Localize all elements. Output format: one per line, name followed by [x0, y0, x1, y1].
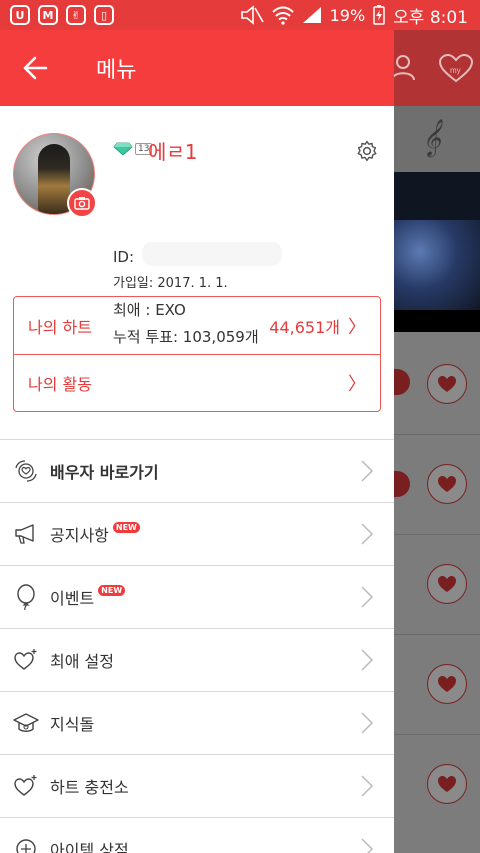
my-hearts-label: 나의 하트	[28, 317, 92, 337]
vote-heart-icon	[427, 464, 467, 504]
heart-charge-icon	[12, 772, 40, 800]
back-button[interactable]	[0, 30, 70, 106]
phone-icon: ▯	[94, 5, 114, 25]
background-header: my	[391, 30, 480, 106]
new-badge: NEW	[112, 521, 140, 533]
summary-box: 나의 하트 44,651개 〉 나의 활동 〉	[13, 296, 381, 412]
menu-item-notice[interactable]: 공지사항 NEW	[0, 502, 394, 565]
background-video	[394, 172, 480, 332]
menu-item-spouse[interactable]: 배우자 바로가기	[0, 439, 394, 502]
menu-item-knowledge[interactable]: 지식돌	[0, 691, 394, 754]
chevron-right-icon	[361, 838, 374, 853]
my-activity-row[interactable]: 나의 활동 〉	[14, 354, 380, 411]
chevron-right-icon	[361, 775, 374, 797]
back-arrow-icon	[23, 56, 48, 80]
status-bar: U M ✌ ▯ 19% 오후 8:01	[0, 0, 480, 30]
background-subbar: 𝄞	[394, 106, 480, 172]
menu-item-favorite-setting[interactable]: 최애 설정	[0, 628, 394, 691]
menu-item-shop[interactable]: 아이템 상점	[0, 817, 394, 853]
menu-item-heart-charge[interactable]: 하트 충전소	[0, 754, 394, 817]
menu-list: 배우자 바로가기 공지사항 NEW 이벤트 NEW 최애 설정 지식돌 하트 충…	[0, 439, 394, 853]
battery-percent: 19%	[329, 5, 366, 25]
wifi-icon	[271, 6, 294, 25]
level-badge: 13	[113, 142, 153, 156]
menu-item-event[interactable]: 이벤트 NEW	[0, 565, 394, 628]
heart-plus-icon	[12, 646, 40, 674]
menu-item-label: 아이템 상점	[50, 841, 129, 853]
chevron-right-icon	[361, 712, 374, 734]
chevron-right-icon	[361, 460, 374, 482]
id-value-redacted	[142, 242, 282, 266]
my-heart-icon: my	[438, 54, 474, 83]
chevron-right-icon: 〉	[348, 316, 366, 338]
svg-text:my: my	[450, 66, 461, 75]
new-badge: NEW	[98, 584, 126, 596]
menu-item-label: 지식돌	[50, 715, 95, 734]
camera-icon	[74, 197, 90, 210]
my-activity-label: 나의 활동	[28, 375, 92, 394]
gear-icon	[357, 140, 377, 162]
navigation-drawer: 메뉴 13 에ㄹ1 ID: 가입일: 2017. 1. 1. 최애 : EXO …	[0, 30, 394, 853]
menu-item-label: 하트 충전소	[50, 778, 129, 797]
my-hearts-row[interactable]: 나의 하트 44,651개 〉	[14, 297, 380, 354]
graduation-cap-icon	[12, 709, 40, 737]
my-hearts-value: 44,651개	[269, 317, 340, 337]
vote-heart-icon	[427, 664, 467, 704]
menu-item-label: 최애 설정	[50, 652, 114, 671]
nickname: 에ㄹ1	[148, 140, 198, 164]
vote-heart-icon	[427, 764, 467, 804]
settings-button[interactable]	[353, 137, 381, 165]
balloon-icon	[12, 583, 40, 611]
mute-icon	[240, 5, 264, 25]
camera-button[interactable]	[67, 188, 97, 218]
drawer-header: 메뉴	[0, 30, 394, 106]
battery-charging-icon	[373, 5, 385, 25]
chevron-right-icon: 〉	[348, 374, 366, 395]
m-icon: M	[38, 5, 58, 25]
chevron-right-icon	[361, 649, 374, 671]
menu-item-label: 이벤트	[50, 589, 95, 608]
u-plus-icon: U	[10, 5, 30, 25]
signal-icon	[302, 7, 321, 23]
spouse-icon	[12, 457, 40, 485]
join-date: 가입일: 2017. 1. 1.	[113, 276, 228, 291]
clock: 오후 8:01	[393, 7, 468, 28]
music-note-icon: 𝄞	[422, 118, 441, 156]
menu-item-label: 공지사항	[50, 526, 109, 545]
vote-heart-icon	[427, 564, 467, 604]
chevron-right-icon	[361, 586, 374, 608]
chevron-right-icon	[361, 523, 374, 545]
menu-item-label: 배우자 바로가기	[50, 463, 159, 482]
victory-icon: ✌	[66, 5, 86, 25]
diamond-icon	[113, 142, 133, 156]
megaphone-icon	[12, 520, 40, 548]
vote-heart-icon	[427, 364, 467, 404]
drawer-title: 메뉴	[96, 58, 137, 83]
profile-section: 13 에ㄹ1 ID: 가입일: 2017. 1. 1. 최애 : EXO 누적 …	[0, 106, 394, 346]
shop-icon	[12, 835, 40, 853]
id-label: ID:	[113, 248, 135, 266]
